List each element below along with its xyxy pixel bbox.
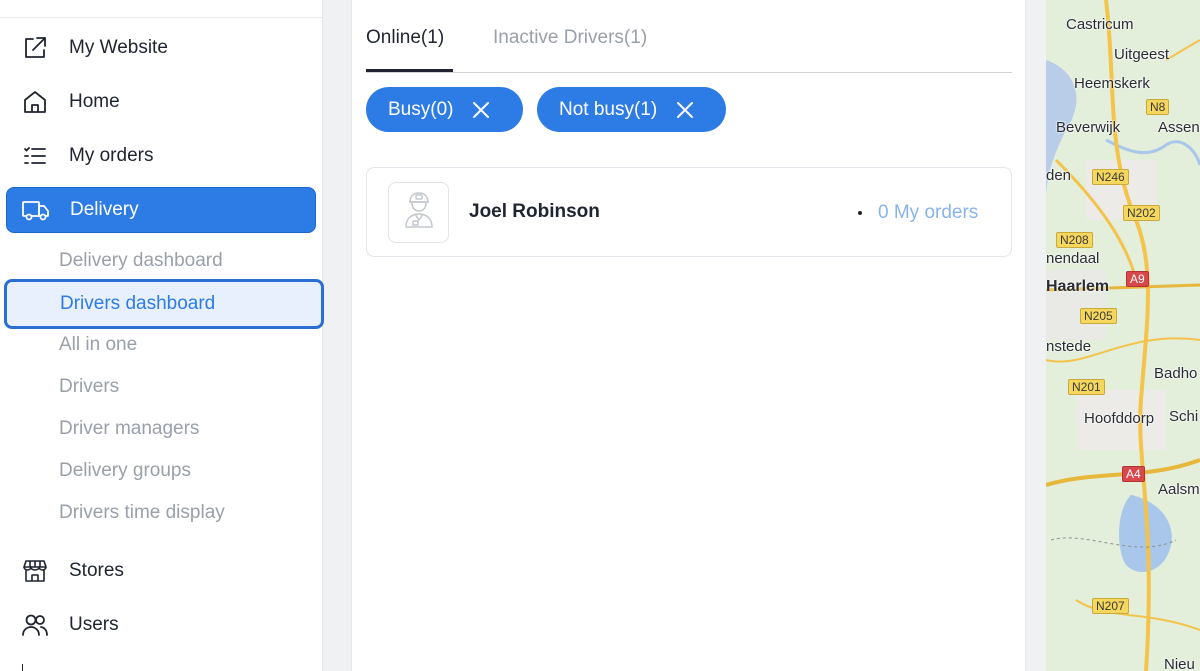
sidebar-cutoff-icon xyxy=(22,664,23,671)
filter-chip-busy[interactable]: Busy(0) xyxy=(366,87,523,132)
sidebar-subitem-delivery-dashboard[interactable]: Delivery dashboard xyxy=(59,249,223,273)
sidebar-item-home[interactable]: Home xyxy=(6,79,316,125)
sidebar-item-label: Users xyxy=(69,614,119,635)
map-road-label: N201 xyxy=(1068,379,1105,395)
external-link-icon xyxy=(20,33,50,63)
filter-chip-not-busy[interactable]: Not busy(1) xyxy=(537,87,726,132)
sidebar: My Website Home My orders Delivery Deliv… xyxy=(0,0,324,671)
list-icon xyxy=(20,141,50,171)
sidebar-item-my-website[interactable]: My Website xyxy=(6,25,316,71)
truck-icon xyxy=(21,195,51,225)
sidebar-item-users[interactable]: Users xyxy=(6,602,316,648)
sidebar-subitem-all-in-one[interactable]: All in one xyxy=(59,333,137,357)
sidebar-item-my-orders[interactable]: My orders xyxy=(6,133,316,179)
active-tab-indicator xyxy=(366,69,453,72)
home-icon xyxy=(20,87,50,117)
map-road-label: N208 xyxy=(1056,232,1093,248)
map-view[interactable]: Castricum Uitgeest Heemskerk Beverwijk A… xyxy=(1046,0,1200,671)
sidebar-subitem-delivery-groups[interactable]: Delivery groups xyxy=(59,459,191,483)
map-road-label: A4 xyxy=(1122,466,1145,482)
map-place-label: nendaal xyxy=(1046,250,1100,267)
sidebar-item-label: My orders xyxy=(69,145,154,166)
sidebar-top-divider xyxy=(0,0,323,18)
map-place-label: Hoofddorp xyxy=(1084,410,1155,427)
map-place-label: Badho xyxy=(1154,365,1198,382)
map-place-label: Beverwijk xyxy=(1056,119,1121,136)
driver-orders-link[interactable]: 0 My orders xyxy=(878,202,978,224)
map-road-label: N207 xyxy=(1092,598,1129,614)
filter-chip-label: Not busy(1) xyxy=(559,98,658,120)
map-place-label: Castricum xyxy=(1066,16,1134,33)
sidebar-item-delivery[interactable]: Delivery xyxy=(6,187,316,233)
sidebar-subitem-drivers-dashboard[interactable]: Drivers dashboard xyxy=(4,279,324,329)
sidebar-subitem-driver-managers[interactable]: Driver managers xyxy=(59,417,199,441)
map-place-label: Heemskerk xyxy=(1074,75,1150,92)
sidebar-item-label: My Website xyxy=(69,37,168,58)
map-place-label: nstede xyxy=(1046,338,1092,355)
sidebar-item-label: Delivery xyxy=(70,199,139,220)
tab-inactive-drivers[interactable]: Inactive Drivers(1) xyxy=(493,27,647,49)
store-icon xyxy=(20,556,50,586)
map-place-label: den xyxy=(1046,167,1072,184)
map-place-label: Nieu xyxy=(1164,656,1195,671)
close-icon[interactable] xyxy=(471,100,491,120)
users-icon xyxy=(20,610,50,640)
map-road-label: N202 xyxy=(1123,205,1160,221)
driver-name: Joel Robinson xyxy=(469,201,600,222)
map-place-label: Haarlem xyxy=(1046,278,1110,295)
sidebar-subitem-drivers[interactable]: Drivers xyxy=(59,375,119,399)
map-roads-graphic xyxy=(1046,0,1200,671)
tab-online[interactable]: Online(1) xyxy=(366,27,444,49)
sidebar-subitem-drivers-time-display[interactable]: Drivers time display xyxy=(59,501,225,525)
sidebar-item-stores[interactable]: Stores xyxy=(6,548,316,594)
avatar xyxy=(388,182,449,243)
map-road-label: N8 xyxy=(1146,99,1170,115)
map-road-label: N246 xyxy=(1092,169,1129,185)
sidebar-item-label: Home xyxy=(69,91,120,112)
map-road-label: N205 xyxy=(1080,308,1117,324)
driver-card[interactable]: Joel Robinson 0 My orders xyxy=(366,167,1012,257)
separator-dot xyxy=(858,211,862,215)
map-road-label: A9 xyxy=(1126,271,1149,287)
driver-tabs: Online(1) Inactive Drivers(1) xyxy=(366,0,1012,73)
map-place-label: Schi xyxy=(1169,408,1199,425)
driver-avatar-icon xyxy=(402,190,436,235)
close-icon[interactable] xyxy=(675,100,695,120)
map-place-label: Assend xyxy=(1158,119,1200,136)
drivers-panel: Online(1) Inactive Drivers(1) Busy(0) No… xyxy=(351,0,1026,671)
map-place-label: Uitgeest xyxy=(1114,46,1170,63)
sidebar-item-label: Stores xyxy=(69,560,124,581)
filter-chip-label: Busy(0) xyxy=(388,98,454,120)
map-place-label: Aalsm xyxy=(1158,481,1200,498)
